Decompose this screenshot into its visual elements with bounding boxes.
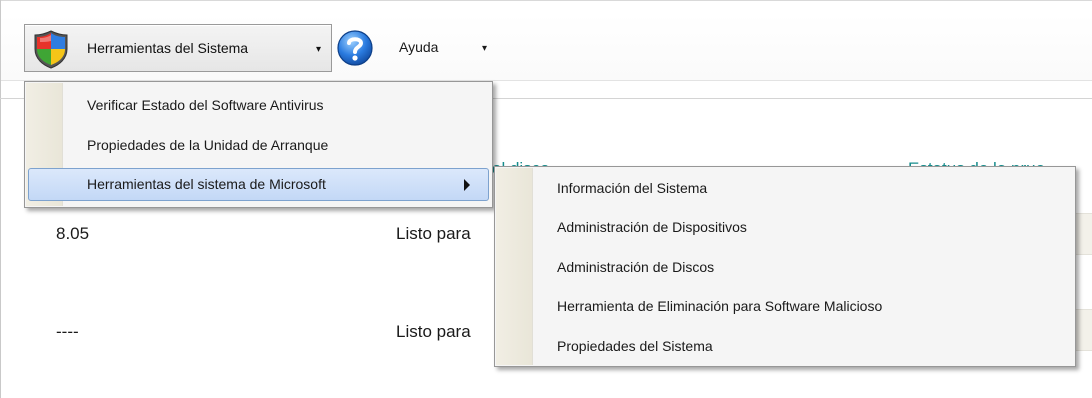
system-tools-button[interactable]: Herramientas del Sistema ▾ bbox=[24, 24, 332, 72]
submenu-arrow-icon bbox=[464, 179, 470, 191]
chevron-down-icon: ▾ bbox=[482, 43, 488, 54]
menu-item-label: Administración de Dispositivos bbox=[557, 219, 747, 235]
system-tools-menu: Verificar Estado del Software Antivirus … bbox=[24, 81, 493, 208]
help-question-icon bbox=[336, 29, 374, 67]
menu-item-system-properties[interactable]: Propiedades del Sistema bbox=[498, 330, 1072, 362]
windows-security-shield-icon bbox=[32, 29, 70, 69]
menu-item-label: Herramienta de Eliminación para Software… bbox=[557, 298, 883, 314]
progress-bar-track bbox=[1076, 213, 1092, 255]
menu-item-check-antivirus[interactable]: Verificar Estado del Software Antivirus bbox=[28, 89, 489, 121]
system-tools-label: Herramientas del Sistema bbox=[87, 40, 249, 56]
menu-item-label: Administración de Discos bbox=[557, 259, 715, 275]
menu-item-microsoft-system-tools[interactable]: Herramientas del sistema de Microsoft bbox=[28, 168, 489, 201]
menu-item-label: Propiedades de la Unidad de Arranque bbox=[87, 137, 329, 153]
help-label: Ayuda bbox=[399, 39, 439, 55]
table-row-value: ---- bbox=[56, 322, 79, 341]
menu-item-label: Información del Sistema bbox=[557, 180, 708, 196]
table-row-status: Listo para bbox=[396, 322, 471, 341]
menu-item-disk-management[interactable]: Administración de Discos bbox=[498, 251, 1072, 283]
menu-item-system-information[interactable]: Información del Sistema bbox=[498, 172, 1072, 204]
menu-item-malicious-software-removal[interactable]: Herramienta de Eliminación para Software… bbox=[498, 290, 1072, 322]
chevron-down-icon: ▾ bbox=[316, 44, 322, 55]
table-row-value: 8.05 bbox=[56, 224, 90, 243]
menu-item-label: Propiedades del Sistema bbox=[557, 338, 713, 354]
menu-item-label: Herramientas del sistema de Microsoft bbox=[87, 176, 326, 192]
progress-bar-track bbox=[1076, 309, 1092, 351]
menu-item-boot-drive-properties[interactable]: Propiedades de la Unidad de Arranque bbox=[28, 129, 489, 161]
window-top-border bbox=[0, 0, 1092, 1]
microsoft-tools-submenu: Información del Sistema Administración d… bbox=[494, 166, 1076, 367]
table-row-status: Listo para bbox=[396, 224, 471, 243]
menu-item-device-manager[interactable]: Administración de Dispositivos bbox=[498, 211, 1072, 243]
help-menu-button[interactable]: Ayuda ▾ bbox=[336, 24, 506, 72]
menu-item-label: Verificar Estado del Software Antivirus bbox=[87, 97, 324, 113]
